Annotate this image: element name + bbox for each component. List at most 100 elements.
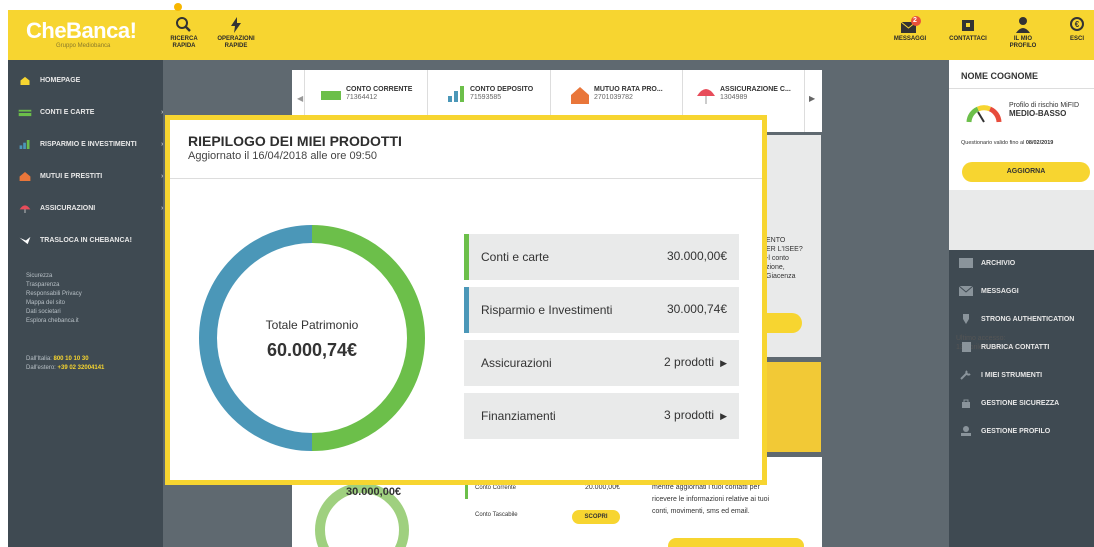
quick-search-button[interactable]: RICERCA RAPIDA — [170, 15, 198, 50]
row-label: Risparmio e Investimenti — [481, 303, 613, 317]
quick-operations-label: OPERAZIONI RAPIDE — [217, 36, 255, 49]
phone-italy-number[interactable]: 800 10 10 30 — [54, 356, 89, 362]
link-esplora[interactable]: Esplora chebanca.it — [26, 318, 79, 324]
messages-badge: 2 — [913, 17, 917, 24]
questionnaire-date: 08/02/2019 — [1025, 140, 1054, 146]
top-bar: CheBanca! Gruppo Mediobanca RICERCA RAPI… — [8, 10, 1094, 60]
messages-button[interactable]: 2 MESSAGGI — [890, 15, 930, 43]
row-label: Assicurazioni — [481, 356, 552, 370]
update-button[interactable]: AGGIORNA — [962, 162, 1090, 182]
phone-abroad-number[interactable]: +39 02 32004141 — [58, 365, 105, 371]
sidebar-item-label: CONTI E CARTE — [40, 108, 95, 116]
sidebar-item-conti-carte[interactable]: CONTI E CARTE › — [18, 106, 163, 118]
link-sitemap[interactable]: Mappa del sito — [26, 300, 65, 306]
modal-divider — [170, 178, 762, 179]
envelope-icon — [900, 16, 921, 33]
my-profile-label: IL MIO PROFILO — [1009, 36, 1037, 49]
background-row-label: Conto Corrente — [475, 485, 517, 491]
chart-icon — [448, 86, 464, 102]
my-profile-button[interactable]: IL MIO PROFILO — [1008, 15, 1038, 50]
row-label: Conti e carte — [481, 250, 550, 264]
user-icon — [961, 426, 971, 436]
card-icon — [18, 109, 32, 116]
carousel-item-title: CONTO CORRENTE — [346, 86, 413, 93]
right-item-profilo[interactable]: GESTIONE PROFILO — [959, 426, 1050, 436]
right-item-strong-auth[interactable]: STRONG AUTHENTICATION — [959, 314, 1074, 324]
sidebar-item-assicurazioni[interactable]: ASSICURAZIONI › — [18, 202, 163, 214]
carousel-item-number: 71364412 — [346, 94, 378, 101]
row-value: 3 prodotti ▶ — [664, 408, 727, 422]
shield-icon — [963, 314, 969, 324]
carousel-item-title: CONTO DEPOSITO — [470, 86, 534, 93]
background-bottom-button — [668, 538, 804, 547]
exit-button[interactable]: € ESCI — [1066, 15, 1088, 43]
row-color-bar — [464, 287, 469, 333]
right-panel: NOME COGNOME Profilo di rischio MiFID MED… — [949, 60, 1094, 547]
carousel-prev-icon[interactable]: ◀ — [297, 94, 303, 103]
background-promo-text: ENTO ER L'ISEE? -l conto zione, Giacenza — [766, 237, 803, 280]
house-icon — [19, 171, 31, 181]
logout-icon: € — [1070, 17, 1084, 31]
right-item-archivio[interactable]: ARCHIVIO — [959, 258, 1015, 268]
chebanca-logo[interactable]: CheBanca! — [26, 18, 137, 44]
product-row-finanziamenti[interactable]: Finanziamenti 3 prodotti ▶ — [464, 393, 739, 439]
link-privacy[interactable]: Responsabili Privacy — [26, 291, 82, 297]
carousel-item-conto-corrente[interactable]: CONTO CORRENTE 71364412 — [346, 86, 412, 102]
profile-card: NOME COGNOME Profilo di rischio MiFID MED… — [949, 60, 1094, 190]
triangle-right-icon: ▶ — [720, 411, 727, 421]
search-icon — [176, 17, 191, 32]
patrimony-donut-chart — [199, 225, 425, 451]
risk-profile-title: Profilo di rischio MiFID — [1009, 102, 1080, 109]
right-item-rubrica[interactable]: RUBRICA CONTATTI — [959, 342, 1049, 352]
product-row-risparmio[interactable]: Risparmio e Investimenti 30.000,74€ — [464, 287, 739, 333]
home-icon — [20, 76, 30, 85]
sidebar-item-risparmio[interactable]: RISPARMIO E INVESTIMENTI › — [18, 138, 163, 150]
carousel-item-mutuo[interactable]: MUTUO RATA PRO... 2701039782 — [594, 86, 663, 102]
umbrella-icon — [19, 204, 31, 213]
carousel-item-conto-deposito[interactable]: CONTO DEPOSITO 71593585 — [470, 86, 533, 102]
sidebar-item-label: RISPARMIO E INVESTIMENTI — [40, 140, 137, 148]
chat-icon — [962, 20, 974, 31]
background-account-list: Conto Corrente 20.000,00€ Conto Tascabil… — [465, 477, 630, 537]
link-sicurezza[interactable]: Sicurezza — [26, 273, 52, 279]
background-row-value: 20.000,00€ — [584, 484, 620, 491]
row-value: 30.000,00€ — [666, 249, 727, 263]
sidebar-item-label: MUTUI E PRESTITI — [40, 172, 103, 180]
row-value-text: 2 prodotti — [664, 355, 715, 369]
exit-label: ESCI — [1069, 36, 1084, 42]
sidebar-item-label: ASSICURAZIONI — [40, 204, 96, 212]
discover-button: SCOPRI — [572, 510, 620, 524]
phone-italy: Dall'Italia: 800 10 10 30 — [26, 356, 89, 362]
row-value: 2 prodotti ▶ — [664, 355, 727, 369]
sidebar-item-mutui[interactable]: MUTUI E PRESTITI › — [18, 170, 163, 182]
sidebar-item-homepage[interactable]: HOMEPAGE — [18, 74, 80, 86]
umbrella-icon — [697, 89, 715, 104]
carousel-item-assicurazione[interactable]: ASSICURAZIONE C... 1304989 — [720, 86, 791, 102]
carousel-next-icon[interactable]: ▶ — [809, 94, 815, 103]
questionnaire-label: Questionario valido fino al — [961, 140, 1025, 146]
contact-button[interactable]: CONTATTACI — [948, 15, 988, 43]
carousel-item-title: ASSICURAZIONE C... — [720, 86, 791, 93]
right-item-strumenti[interactable]: I MIEI STRUMENTI — [959, 370, 1042, 380]
right-item-sicurezza[interactable]: GESTIONE SICUREZZA — [959, 398, 1059, 408]
row-label: Finanziamenti — [481, 409, 556, 423]
sidebar-item-trasloca[interactable]: TRASLOCA IN CHEBANCA! — [18, 234, 132, 246]
product-row-conti[interactable]: Conti e carte 30.000,00€ — [464, 234, 739, 280]
row-value: 30.000,74€ — [666, 302, 727, 316]
product-row-assicurazioni[interactable]: Assicurazioni 2 prodotti ▶ — [464, 340, 739, 386]
sidebar-item-label: HOMEPAGE — [40, 76, 81, 84]
link-trasparenza[interactable]: Trasparenza — [26, 282, 59, 288]
carousel-divider — [804, 70, 805, 132]
bird-icon — [19, 236, 31, 244]
card-icon — [321, 91, 341, 100]
row-value-text: 3 prodotti — [664, 408, 715, 422]
quick-operations-button[interactable]: OPERAZIONI RAPIDE — [216, 15, 256, 50]
products-summary-modal: RIEPILOGO DEI MIEI PRODOTTI Aggiornato i… — [165, 115, 767, 485]
right-item-messaggi[interactable]: MESSAGGI — [959, 286, 1019, 296]
link-dati-societari[interactable]: Dati societari — [26, 309, 61, 315]
right-item-label: GESTIONE SICUREZZA — [981, 399, 1060, 407]
total-patrimony-value: 60.000,74€ — [266, 340, 358, 360]
contact-label: CONTATTACI — [949, 36, 987, 42]
logo-tagline: Gruppo Mediobanca — [56, 43, 111, 49]
wrench-icon — [960, 370, 971, 380]
